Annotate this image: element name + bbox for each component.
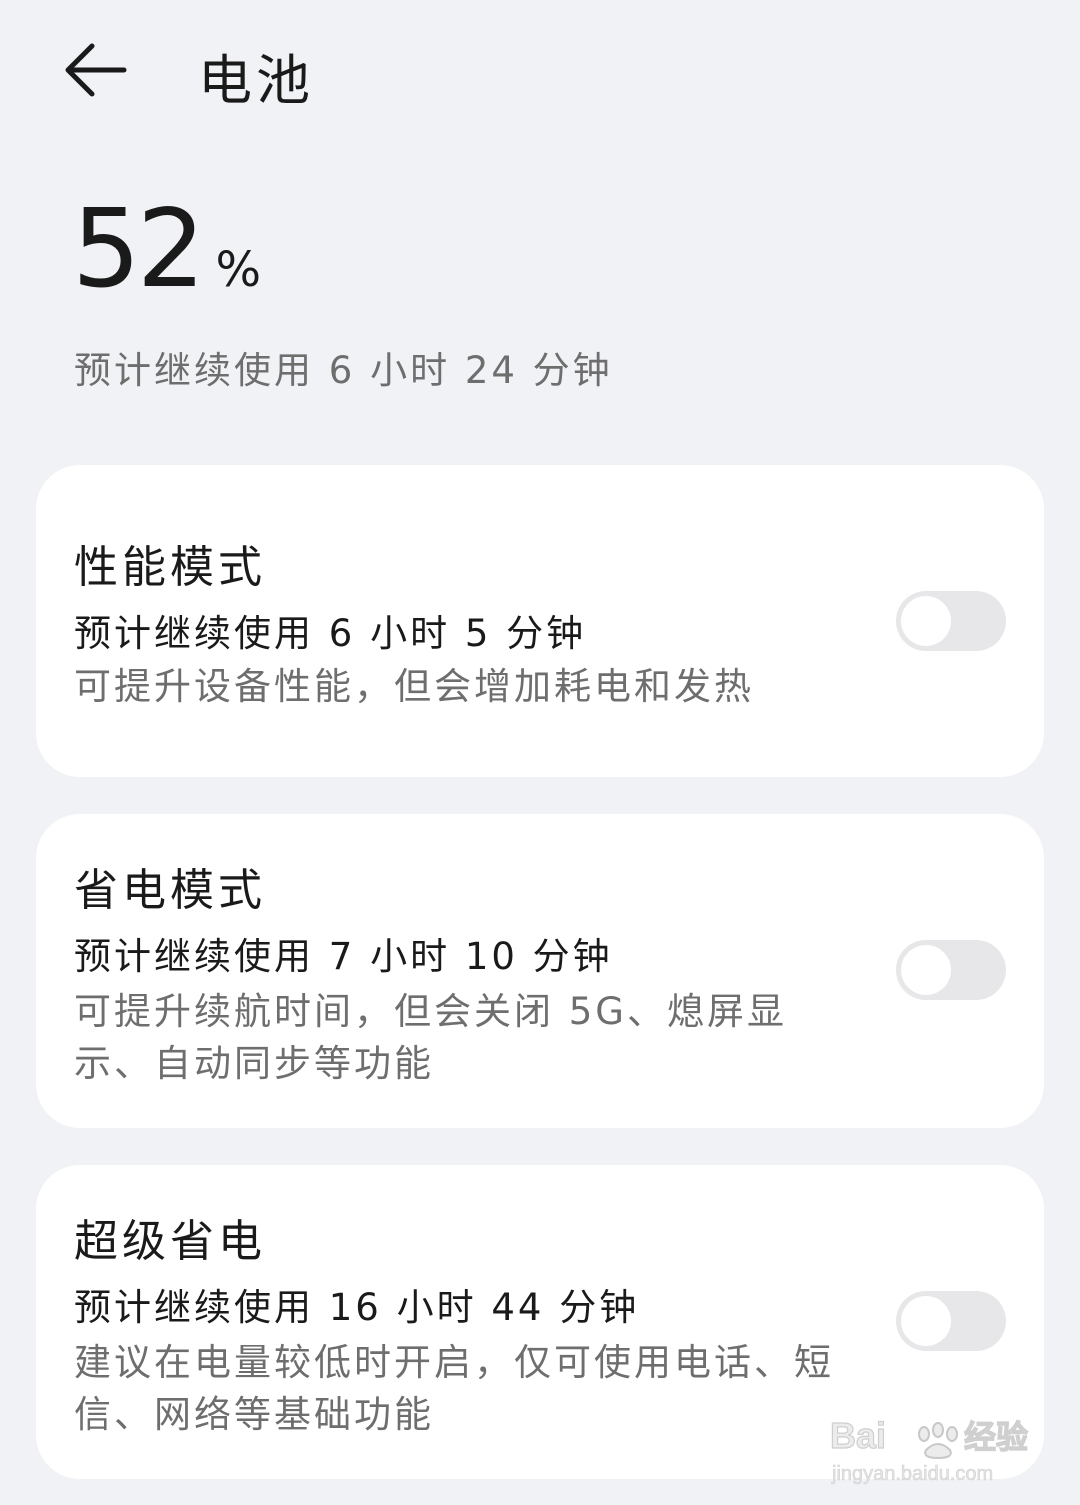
svg-text:jingyan.baidu.com: jingyan.baidu.com	[831, 1463, 993, 1485]
ultra-power-saving-toggle[interactable]	[896, 1291, 1006, 1351]
power-saving-mode-description: 可提升续航时间，但会关闭 5G、熄屏显示、自动同步等功能	[74, 990, 787, 1085]
power-saving-mode-title: 省电模式	[74, 865, 266, 916]
toggle-knob	[901, 945, 951, 995]
power-saving-mode-toggle[interactable]	[896, 940, 1006, 1000]
performance-mode-title: 性能模式	[74, 542, 266, 593]
percent-sign: %	[215, 242, 262, 298]
svg-text:Bai: Bai	[830, 1415, 886, 1456]
arrow-left-icon	[65, 43, 127, 97]
ultra-power-saving-estimate: 预计继续使用 16 小时 44 分钟	[74, 1286, 640, 1329]
toggle-knob	[901, 1296, 951, 1346]
remaining-time: 预计继续使用 6 小时 24 分钟	[74, 349, 613, 392]
battery-level: 52 %	[72, 196, 261, 304]
performance-mode-toggle[interactable]	[896, 591, 1006, 651]
performance-mode-description: 可提升设备性能，但会增加耗电和发热	[74, 665, 754, 708]
baidu-jingyan-watermark: Bai 经验 jingyan.baidu.com	[828, 1408, 1038, 1488]
performance-mode-card[interactable]: 性能模式 预计继续使用 6 小时 5 分钟 可提升设备性能，但会增加耗电和发热	[36, 465, 1044, 777]
ultra-power-saving-title: 超级省电	[74, 1216, 266, 1267]
ultra-power-saving-description: 建议在电量较低时开启，仅可使用电话、短信、网络等基础功能	[74, 1341, 834, 1436]
power-saving-mode-estimate: 预计继续使用 7 小时 10 分钟	[74, 935, 613, 978]
app-header: 电池	[0, 0, 1080, 140]
svg-text:经验: 经验	[964, 1418, 1028, 1456]
watermark-logo: Bai 经验 jingyan.baidu.com	[829, 1414, 1028, 1485]
battery-percentage: 52	[72, 187, 205, 312]
power-saving-mode-card[interactable]: 省电模式 预计继续使用 7 小时 10 分钟 可提升续航时间，但会关闭 5G、熄…	[36, 814, 1044, 1128]
back-button[interactable]	[62, 30, 152, 110]
page-title: 电池	[198, 49, 314, 112]
toggle-knob	[901, 596, 951, 646]
performance-mode-estimate: 预计继续使用 6 小时 5 分钟	[74, 612, 587, 655]
